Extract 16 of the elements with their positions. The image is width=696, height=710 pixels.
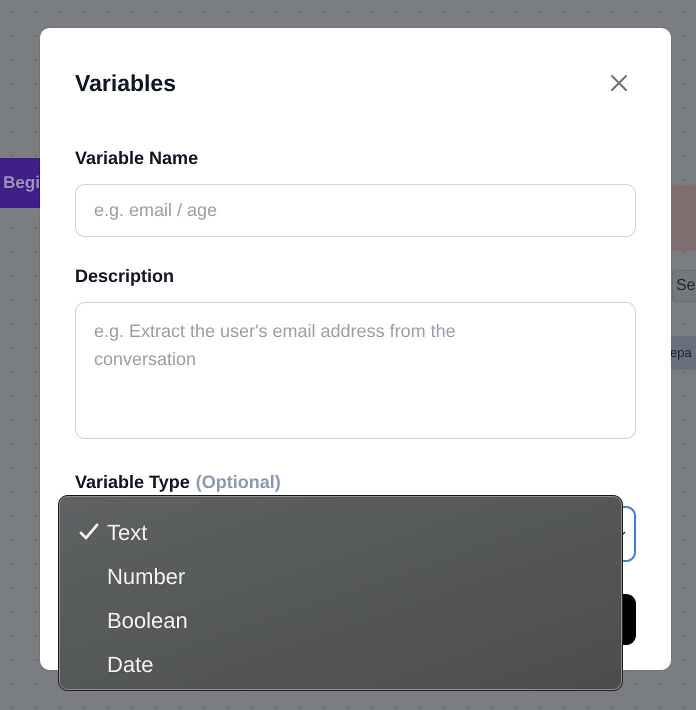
check-icon xyxy=(79,523,99,541)
field-label: Variable Type xyxy=(75,470,190,494)
close-icon[interactable] xyxy=(610,74,628,92)
field-label: Description xyxy=(75,264,176,288)
menu-item[interactable]: Date xyxy=(59,642,622,686)
menu-item[interactable]: Number xyxy=(59,554,622,598)
menu-item[interactable]: Text xyxy=(59,510,622,554)
panel-background xyxy=(670,185,696,251)
dialog-title: Variables xyxy=(75,69,176,98)
field-label: Variable Name xyxy=(75,146,200,170)
canvas-tag: epa xyxy=(670,336,696,370)
optional-hint: (Optional) xyxy=(196,470,281,494)
text-area[interactable]: e.g. Extract the user's email address from the conversation xyxy=(75,302,636,438)
menu-item[interactable]: Boolean xyxy=(59,598,622,642)
begin-node: Begi xyxy=(0,158,40,208)
input-field[interactable]: e.g. email / age xyxy=(75,184,636,236)
